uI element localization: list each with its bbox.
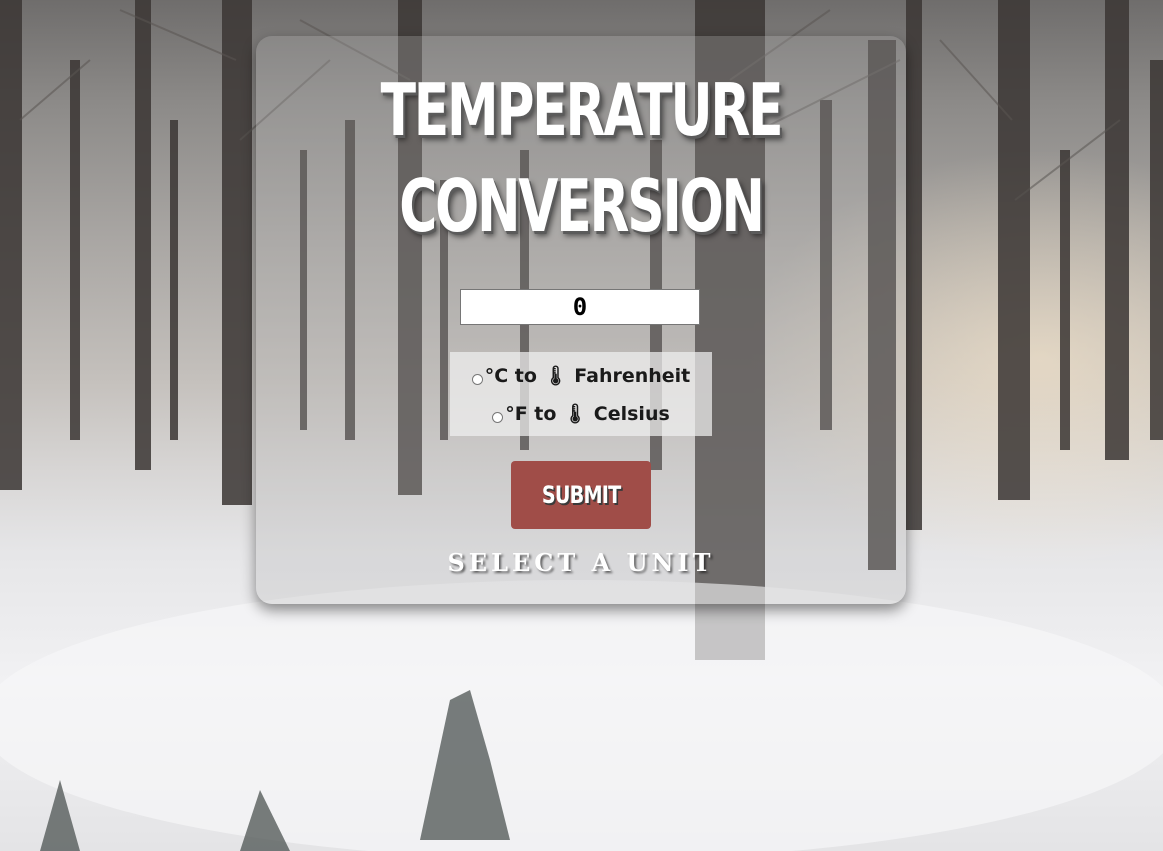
converter-card: TEMPERATURE CONVERSION °C to 🌡 Fahrenhei… (256, 36, 906, 604)
submit-label: SUBMIT (541, 481, 621, 509)
radio-button-f-to-c[interactable] (492, 412, 504, 423)
option-fahrenheit-to-celsius[interactable]: °F to 🌡 Celsius (450, 402, 712, 425)
result-message: SELECT A UNIT (447, 548, 715, 577)
unit-options: °C to 🌡 Fahrenheit °F to 🌡 Celsius (450, 352, 712, 436)
radio-button-c-to-f[interactable] (471, 374, 483, 385)
page-title-line1: TEMPERATURE (380, 68, 784, 152)
option-label-f-to-c: °F to 🌡 Celsius (505, 403, 670, 425)
temperature-input[interactable] (460, 289, 700, 325)
submit-button[interactable]: SUBMIT (511, 461, 651, 529)
page-title-line2: CONVERSION (399, 164, 765, 248)
option-celsius-to-fahrenheit[interactable]: °C to 🌡 Fahrenheit (450, 364, 712, 387)
option-label-c-to-f: °C to 🌡 Fahrenheit (484, 365, 691, 387)
